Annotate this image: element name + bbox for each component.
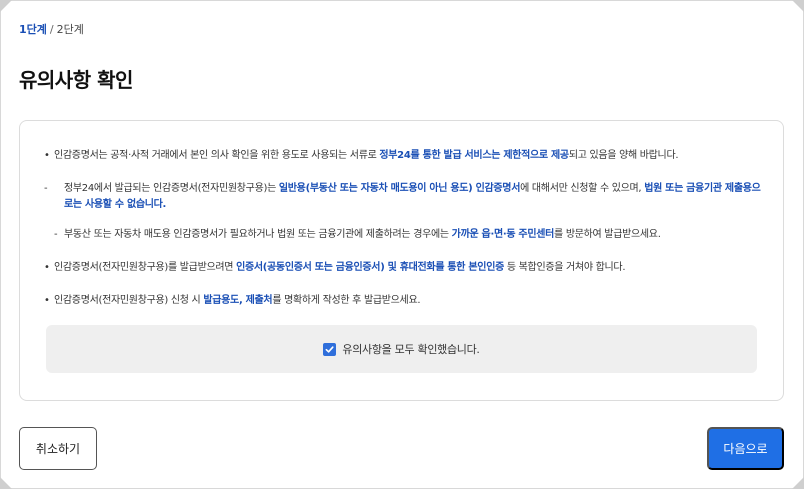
confirm-checkbox[interactable] (323, 342, 337, 356)
step-current: 1단계 (19, 23, 47, 36)
step-next: 2단계 (56, 23, 84, 36)
page-title: 유의사항 확인 (19, 68, 133, 92)
notice-item: • 인감증명서는 공적·사적 거래에서 본인 의사 확인을 위한 용도로 사용되는… (44, 148, 774, 164)
notice-highlight: 일반용(부동산 또는 자동차 매도용이 아닌 용도) 인감증명서 (278, 183, 521, 194)
notice-text: 를 방문하여 발급받으세요. (554, 229, 661, 240)
step-separator: / (49, 23, 54, 36)
notice-item: • 인감증명서(전자민원창구용) 신청 시 발급용도, 제출처를 명확하게 작성한… (44, 293, 774, 309)
notice-card: • 인감증명서는 공적·사적 거래에서 본인 의사 확인을 위한 용도로 사용되는… (19, 120, 784, 401)
notice-text: 를 명확하게 작성한 후 발급받으세요. (272, 295, 421, 306)
corner-decoration (0, 477, 12, 489)
dash: - (54, 229, 58, 240)
bullet: • (44, 262, 50, 273)
confirm-label[interactable]: 유의사항을 모두 확인했습니다. (342, 341, 480, 357)
notice-text: 인감증명서(전자민원창구용) 신청 시 (54, 295, 204, 306)
notice-text: 부동산 또는 자동차 매도용 인감증명서가 필요하거나 법원 또는 금융기관에 … (64, 229, 452, 240)
bullet: • (44, 150, 50, 161)
notice-text: 되고 있음을 양해 바랍니다. (568, 150, 679, 161)
notice-subitem: - 정부24에서 발급되는 인감증명서(전자민원창구용)는 일반용(부동산 또는 … (44, 181, 764, 213)
notice-highlight: 가까운 읍·면·동 주민센터 (451, 229, 555, 240)
notice-highlight: 인증서(공동인증서 또는 금융인증서) 및 휴대전화를 통한 본인인증 (236, 262, 504, 273)
notice-subitem: - 부동산 또는 자동차 매도용 인감증명서가 필요하거나 법원 또는 금융기관에… (54, 227, 764, 243)
cancel-button[interactable]: 취소하기 (19, 427, 97, 470)
corner-decoration (792, 0, 804, 12)
check-icon (325, 345, 334, 353)
notice-text: 에 대해서만 신청할 수 있으며, (520, 183, 645, 194)
notice-text: 인감증명서는 공적·사적 거래에서 본인 의사 확인을 위한 용도로 사용되는 … (54, 150, 380, 161)
notice-text: 인감증명서(전자민원창구용)를 발급받으려면 (54, 262, 237, 273)
next-button[interactable]: 다음으로 (707, 427, 784, 470)
bullet: • (44, 295, 50, 306)
corner-decoration (792, 477, 804, 489)
notice-text: 등 복합인증을 거쳐야 합니다. (504, 262, 626, 273)
notice-item: • 인감증명서(전자민원창구용)를 발급받으려면 인증서(공동인증서 또는 금융인… (44, 260, 774, 276)
notice-text: 정부24에서 발급되는 인감증명서(전자민원창구용)는 (64, 183, 279, 194)
step-indicator: 1단계/2단계 (19, 21, 84, 37)
confirm-checkbox-row[interactable]: 유의사항을 모두 확인했습니다. (46, 325, 757, 373)
notice-highlight: 발급용도, 제출처 (203, 295, 273, 306)
corner-decoration (0, 0, 12, 12)
notice-highlight: 정부24를 통한 발급 서비스는 제한적으로 제공 (379, 150, 569, 161)
dash: - (44, 183, 48, 194)
